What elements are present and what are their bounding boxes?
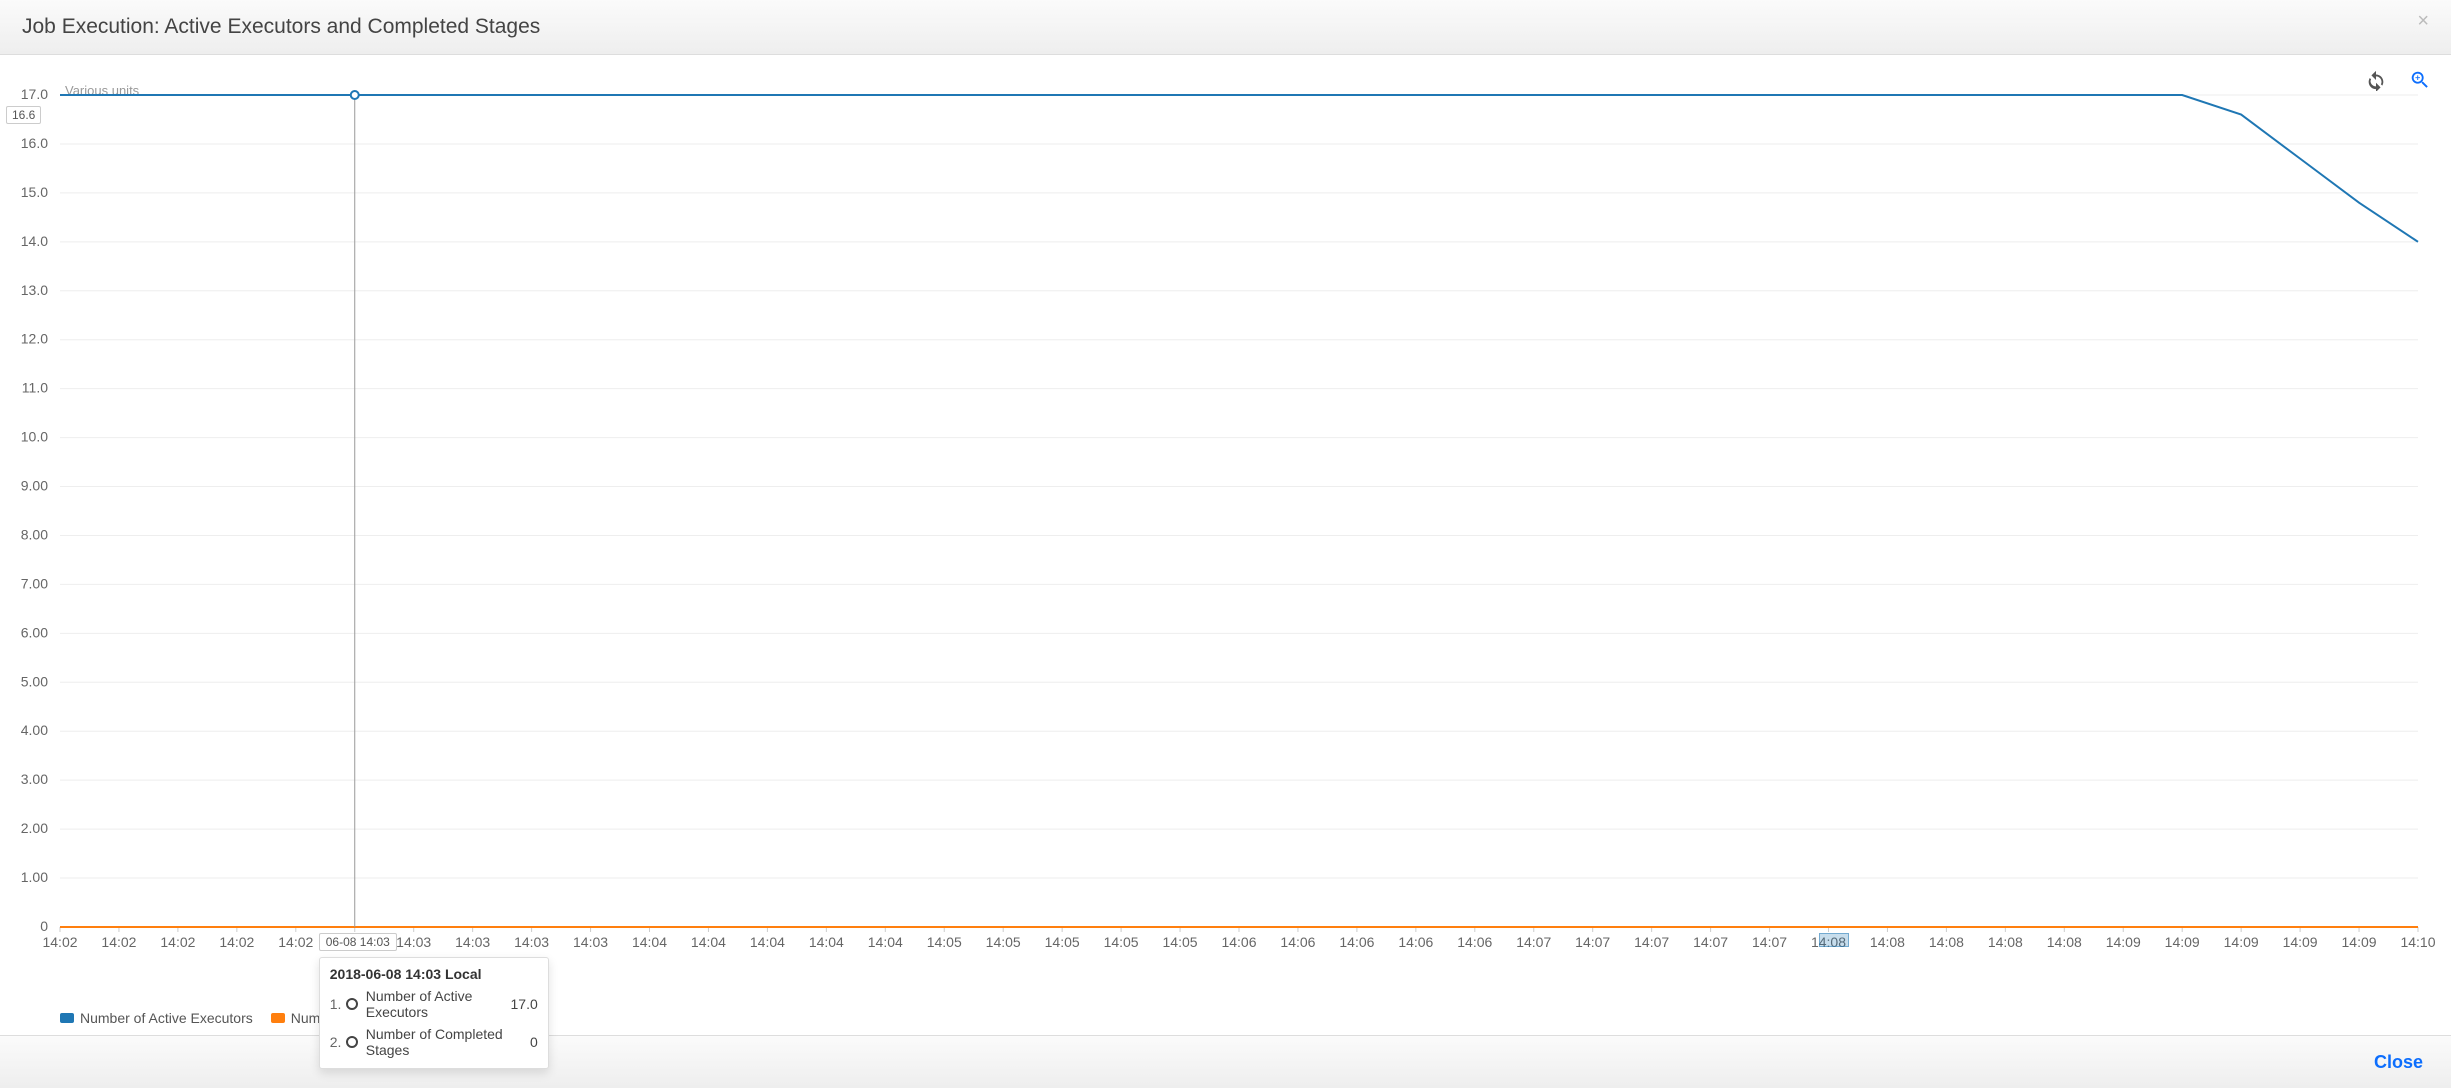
- svg-text:14:08: 14:08: [1988, 934, 2023, 950]
- svg-text:14:02: 14:02: [160, 934, 195, 950]
- tooltip-row: 2. Number of Completed Stages 0: [330, 1026, 538, 1058]
- svg-text:14:10: 14:10: [2400, 934, 2435, 950]
- svg-text:2.00: 2.00: [21, 820, 48, 836]
- svg-text:14:07: 14:07: [1693, 934, 1728, 950]
- legend-item[interactable]: Number of Active Executors: [60, 1010, 253, 1026]
- svg-text:14:03: 14:03: [514, 934, 549, 950]
- tooltip-name: Number of Completed Stages: [366, 1026, 530, 1058]
- tooltip-idx: 1.: [330, 996, 346, 1012]
- hover-tooltip: 2018-06-08 14:03 Local 1. Number of Acti…: [319, 957, 549, 1069]
- svg-text:5.00: 5.00: [21, 673, 48, 689]
- tooltip-value: 0: [530, 1034, 538, 1050]
- svg-text:14:02: 14:02: [101, 934, 136, 950]
- legend-swatch-icon: [271, 1013, 285, 1023]
- dot-icon: [346, 1036, 358, 1048]
- svg-text:14:03: 14:03: [573, 934, 608, 950]
- chart-plot[interactable]: 01.002.003.004.005.006.007.008.009.0010.…: [60, 95, 2418, 967]
- dialog-title: Job Execution: Active Executors and Comp…: [22, 15, 540, 39]
- crosshair-x-flyout: 06-08 14:03: [319, 933, 397, 951]
- svg-text:10.0: 10.0: [21, 429, 48, 445]
- legend-label: Number of Active Executors: [80, 1010, 253, 1026]
- tooltip-title: 2018-06-08 14:03 Local: [330, 966, 538, 982]
- close-button[interactable]: Close: [2374, 1052, 2423, 1073]
- svg-text:14:07: 14:07: [1634, 934, 1669, 950]
- refresh-icon[interactable]: [2365, 69, 2387, 91]
- close-icon[interactable]: ×: [2417, 10, 2429, 33]
- svg-text:7.00: 7.00: [21, 575, 48, 591]
- svg-text:14:05: 14:05: [927, 934, 962, 950]
- svg-text:14:02: 14:02: [219, 934, 254, 950]
- svg-text:14:02: 14:02: [278, 934, 313, 950]
- svg-text:14:04: 14:04: [632, 934, 667, 950]
- svg-text:8.00: 8.00: [21, 526, 48, 542]
- svg-text:14:03: 14:03: [396, 934, 431, 950]
- svg-text:14:05: 14:05: [986, 934, 1021, 950]
- svg-text:14:06: 14:06: [1457, 934, 1492, 950]
- svg-text:14:04: 14:04: [750, 934, 785, 950]
- svg-text:16.0: 16.0: [21, 135, 48, 151]
- svg-text:14:09: 14:09: [2342, 934, 2377, 950]
- chart-area: Various units 01.002.003.004.005.006.007…: [0, 55, 2451, 1035]
- svg-text:14:05: 14:05: [1045, 934, 1080, 950]
- svg-text:1.00: 1.00: [21, 869, 48, 885]
- crosshair-y-flyout: 16.6: [6, 106, 41, 124]
- legend-swatch-icon: [60, 1013, 74, 1023]
- svg-text:14:07: 14:07: [1516, 934, 1551, 950]
- svg-text:3.00: 3.00: [21, 771, 48, 787]
- svg-text:14:09: 14:09: [2283, 934, 2318, 950]
- svg-text:14:04: 14:04: [868, 934, 903, 950]
- svg-text:14:03: 14:03: [455, 934, 490, 950]
- svg-text:15.0: 15.0: [21, 184, 48, 200]
- svg-text:14:08: 14:08: [1929, 934, 1964, 950]
- svg-text:13.0: 13.0: [21, 282, 48, 298]
- svg-text:0: 0: [40, 918, 48, 934]
- tooltip-row: 1. Number of Active Executors 17.0: [330, 988, 538, 1020]
- svg-text:4.00: 4.00: [21, 722, 48, 738]
- svg-text:14:05: 14:05: [1163, 934, 1198, 950]
- svg-text:14:05: 14:05: [1104, 934, 1139, 950]
- svg-text:14:07: 14:07: [1575, 934, 1610, 950]
- svg-text:14:06: 14:06: [1280, 934, 1315, 950]
- svg-text:14:04: 14:04: [809, 934, 844, 950]
- svg-text:14:06: 14:06: [1398, 934, 1433, 950]
- svg-text:11.0: 11.0: [22, 380, 48, 396]
- svg-text:14:09: 14:09: [2106, 934, 2141, 950]
- svg-text:6.00: 6.00: [21, 624, 48, 640]
- brush-selection[interactable]: [1819, 933, 1849, 947]
- svg-text:17.0: 17.0: [21, 86, 48, 102]
- svg-text:14:02: 14:02: [42, 934, 77, 950]
- svg-text:14:08: 14:08: [2047, 934, 2082, 950]
- svg-text:14:06: 14:06: [1221, 934, 1256, 950]
- svg-text:9.00: 9.00: [21, 478, 48, 494]
- svg-text:14.0: 14.0: [21, 233, 48, 249]
- tooltip-value: 17.0: [511, 996, 538, 1012]
- zoom-in-icon[interactable]: [2409, 69, 2431, 91]
- tooltip-name: Number of Active Executors: [366, 988, 511, 1020]
- dot-icon: [346, 998, 358, 1010]
- svg-text:14:04: 14:04: [691, 934, 726, 950]
- svg-text:14:08: 14:08: [1870, 934, 1905, 950]
- svg-text:14:06: 14:06: [1339, 934, 1374, 950]
- svg-text:14:07: 14:07: [1752, 934, 1787, 950]
- tooltip-idx: 2.: [330, 1034, 346, 1050]
- svg-text:14:09: 14:09: [2224, 934, 2259, 950]
- svg-text:12.0: 12.0: [21, 331, 48, 347]
- svg-text:14:09: 14:09: [2165, 934, 2200, 950]
